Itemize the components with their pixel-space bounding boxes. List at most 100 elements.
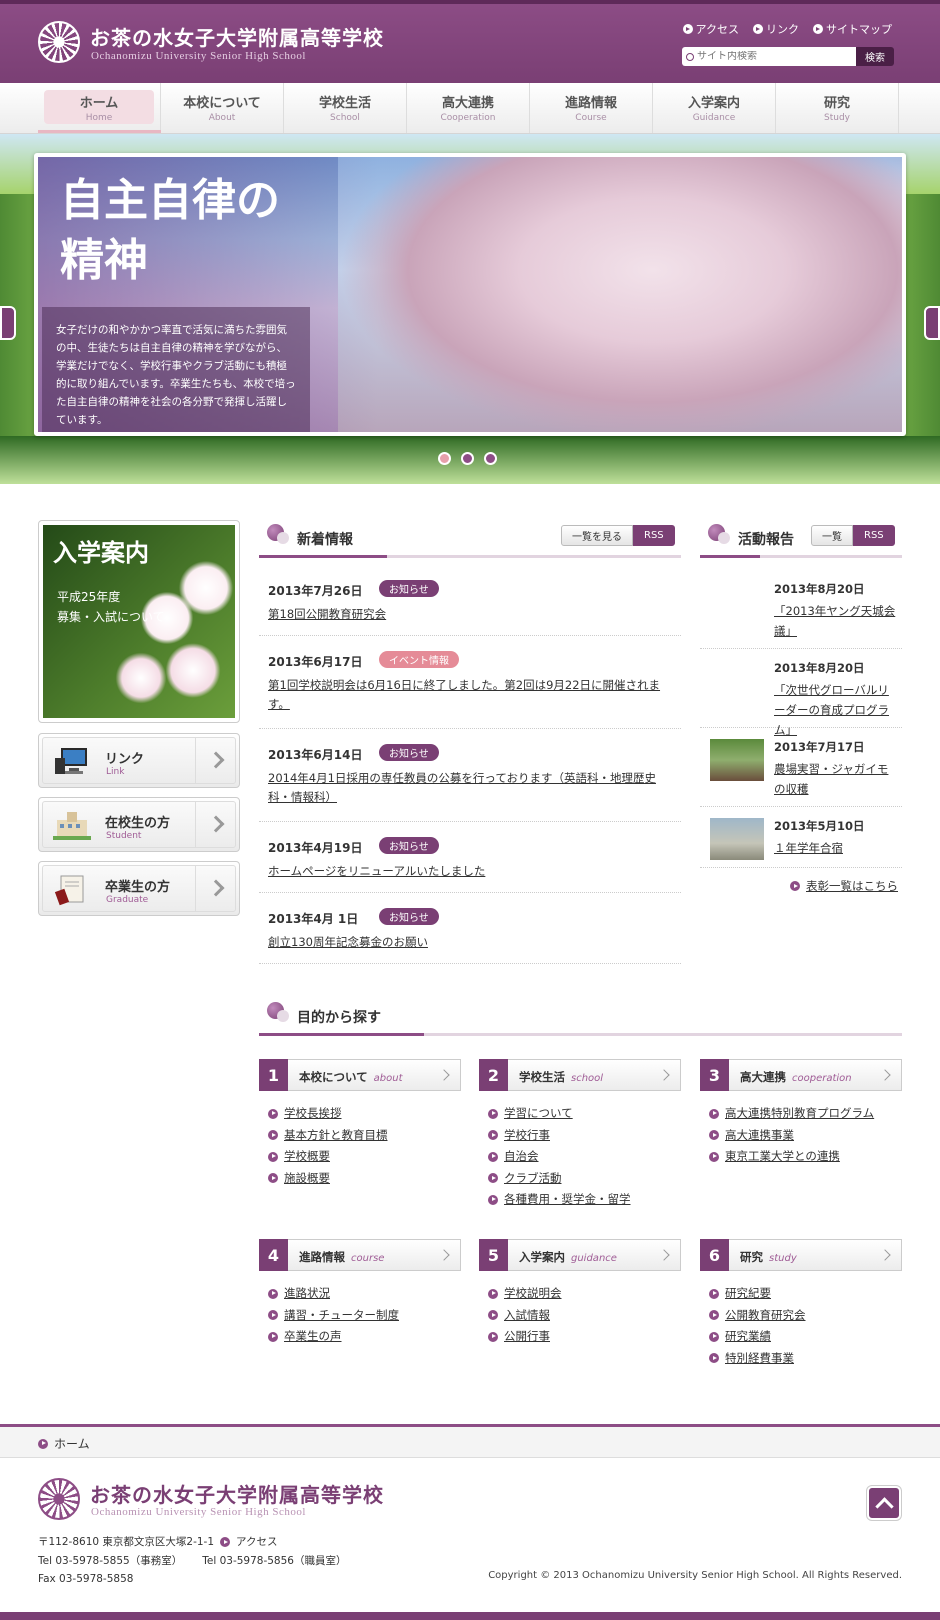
slider-prev-button[interactable] bbox=[0, 306, 16, 340]
bubble-icon bbox=[267, 1002, 289, 1022]
category-label: 学校生活 school bbox=[519, 1070, 604, 1084]
footer-logo-jp[interactable]: お茶の水女子大学附属高等学校 bbox=[90, 1479, 384, 1508]
activity-list-button[interactable]: 一覧 bbox=[811, 525, 853, 546]
category-link[interactable]: 卒業生の声 bbox=[268, 1326, 461, 1348]
slider-next-button[interactable] bbox=[924, 306, 940, 340]
category-link[interactable]: 学校説明会 bbox=[488, 1283, 681, 1305]
sitemap-link[interactable]: サイトマップ bbox=[813, 21, 892, 37]
category-header[interactable]: 2 学校生活 school bbox=[479, 1059, 681, 1091]
link-link[interactable]: リンク bbox=[753, 21, 799, 37]
category-header[interactable]: 4 進路情報 course bbox=[259, 1239, 461, 1271]
header-top-line bbox=[0, 0, 940, 4]
arrow-circle-icon bbox=[709, 1108, 719, 1119]
category-link[interactable]: 進路状況 bbox=[268, 1283, 461, 1305]
farm-photo-thumbnail[interactable] bbox=[710, 739, 764, 781]
category-link[interactable]: 特別経費事業 bbox=[709, 1348, 902, 1370]
news-date: 2013年7月26日 bbox=[268, 584, 363, 598]
category-link[interactable]: 学校概要 bbox=[268, 1146, 461, 1168]
back-to-top-button[interactable] bbox=[867, 1486, 901, 1520]
news-link[interactable]: ホームページをリニューアルいたしました bbox=[268, 862, 668, 881]
graduate-side-button[interactable]: 卒業生の方 Graduate bbox=[38, 861, 240, 916]
access-link[interactable]: アクセス bbox=[682, 21, 739, 37]
school-emblem-icon[interactable] bbox=[38, 21, 80, 63]
category-link[interactable]: 公開行事 bbox=[488, 1326, 681, 1348]
search-button[interactable]: 検索 bbox=[856, 47, 894, 66]
news-date: 2013年4月19日 bbox=[268, 841, 363, 855]
link-side-button[interactable]: リンク Link bbox=[38, 733, 240, 788]
arrow-circle-icon bbox=[488, 1331, 498, 1342]
admission-banner[interactable]: 入学案内 平成25年度 募集・入試について bbox=[38, 520, 240, 723]
category-header[interactable]: 5 入学案内 guidance bbox=[479, 1239, 681, 1271]
news-buttons: 一覧を見る RSS bbox=[561, 525, 675, 546]
category-link[interactable]: 学校行事 bbox=[488, 1125, 681, 1147]
nav-guidance[interactable]: 入学案内 Guidance bbox=[653, 83, 776, 133]
slider-dot-1[interactable] bbox=[438, 452, 451, 465]
student-side-button[interactable]: 在校生の方 Student bbox=[38, 797, 240, 852]
activity-link[interactable]: 「次世代グローバルリーダーの育成プログラム」 bbox=[774, 680, 899, 740]
category-link[interactable]: 高大連携特別教育プログラム bbox=[709, 1103, 902, 1125]
arrow-circle-icon bbox=[220, 1537, 231, 1548]
nav-course[interactable]: 進路情報 Course bbox=[530, 83, 653, 133]
nav-about[interactable]: 本校について About bbox=[161, 83, 284, 133]
chevron-right-icon bbox=[438, 1249, 450, 1261]
category-link[interactable]: 高大連携事業 bbox=[709, 1125, 902, 1147]
hero-slide[interactable]: 自主自律の 精神 女子だけの和やかかつ率直で活気に満ちた雰囲気の中、生徒たちは自… bbox=[34, 153, 906, 436]
awards-more-link[interactable]: 表彰一覧はこちら bbox=[790, 878, 898, 894]
activity-rss-button[interactable]: RSS bbox=[853, 525, 895, 546]
category-link[interactable]: 基本方針と教育目標 bbox=[268, 1125, 461, 1147]
category-link[interactable]: 講習・チューター制度 bbox=[268, 1305, 461, 1327]
category-links: 学校説明会 入試情報 公開行事 bbox=[479, 1283, 681, 1348]
category-header[interactable]: 1 本校について about bbox=[259, 1059, 461, 1091]
category-link[interactable]: 入試情報 bbox=[488, 1305, 681, 1327]
category-label: 高大連携 cooperation bbox=[740, 1070, 852, 1084]
footer-access-link[interactable]: アクセス bbox=[236, 1533, 277, 1552]
news-rss-button[interactable]: RSS bbox=[633, 525, 675, 546]
news-badge: お知らせ bbox=[379, 580, 439, 597]
category-link[interactable]: 学習について bbox=[488, 1103, 681, 1125]
category-header[interactable]: 3 高大連携 cooperation bbox=[700, 1059, 902, 1091]
activity-link[interactable]: 「2013年ヤング天城会議」 bbox=[774, 601, 899, 641]
category-link[interactable]: クラブ活動 bbox=[488, 1168, 681, 1190]
news-badge: お知らせ bbox=[379, 908, 439, 925]
news-link[interactable]: 第1回学校説明会は6月16日に終了しました。第2回は9月22日に開催されます。 bbox=[268, 676, 668, 714]
category-link[interactable]: 学校長挨拶 bbox=[268, 1103, 461, 1125]
global-nav: ホーム Home 本校について About 学校生活 School 高大連携 Coope… bbox=[0, 83, 940, 134]
arrow-circle-icon bbox=[753, 24, 763, 34]
category-link[interactable]: 公開教育研究会 bbox=[709, 1305, 902, 1327]
breadcrumb-home[interactable]: ホーム bbox=[38, 1435, 90, 1452]
activity-item: 2013年7月17日 農場実習・ジャガイモの収穫 bbox=[700, 739, 902, 807]
arrow-circle-icon bbox=[709, 1353, 719, 1364]
footer-emblem-icon[interactable] bbox=[38, 1478, 80, 1520]
category-link[interactable]: 研究紀要 bbox=[709, 1283, 902, 1305]
category-link[interactable]: 施設概要 bbox=[268, 1168, 461, 1190]
activity-link[interactable]: 農場実習・ジャガイモの収穫 bbox=[774, 759, 899, 799]
search-input[interactable] bbox=[697, 51, 847, 62]
category-link[interactable]: 研究業績 bbox=[709, 1326, 902, 1348]
category-header[interactable]: 6 研究 study bbox=[700, 1239, 902, 1271]
search-icon bbox=[686, 52, 694, 61]
category-link[interactable]: 自治会 bbox=[488, 1146, 681, 1168]
slider-dot-2[interactable] bbox=[461, 452, 474, 465]
footer-logo-en[interactable]: Ochanomizu University Senior High School bbox=[91, 1506, 306, 1518]
category-label: 進路情報 course bbox=[299, 1250, 385, 1264]
search-box bbox=[682, 47, 856, 66]
nav-school[interactable]: 学校生活 School bbox=[284, 83, 407, 133]
nav-study[interactable]: 研究 Study bbox=[776, 83, 899, 133]
news-link[interactable]: 創立130周年記念募金のお願い bbox=[268, 933, 668, 952]
site-logo-jp[interactable]: お茶の水女子大学附属高等学校 bbox=[90, 22, 384, 51]
footer-bottom-bar bbox=[0, 1612, 940, 1620]
nav-home[interactable]: ホーム Home bbox=[38, 83, 161, 133]
camp-photo-thumbnail[interactable] bbox=[710, 818, 764, 860]
news-link[interactable]: 第18回公開教育研究会 bbox=[268, 605, 668, 624]
site-logo-en[interactable]: Ochanomizu University Senior High School bbox=[91, 50, 306, 62]
news-list-button[interactable]: 一覧を見る bbox=[561, 525, 633, 546]
nav-cooperation[interactable]: 高大連携 Cooperation bbox=[407, 83, 530, 133]
news-link[interactable]: 2014年4月1日採用の専任教員の公募を行っております（英語科・地理歴史科・情報… bbox=[268, 769, 668, 807]
category-link[interactable]: 各種費用・奨学金・留学 bbox=[488, 1189, 681, 1211]
category-link[interactable]: 東京工業大学との連携 bbox=[709, 1146, 902, 1168]
hero-title: 自主自律の 精神 bbox=[60, 175, 280, 286]
news-header-accent bbox=[259, 555, 387, 558]
activity-link[interactable]: １年学年合宿 bbox=[774, 838, 899, 858]
news-badge: イベント情報 bbox=[379, 651, 459, 668]
slider-dot-3[interactable] bbox=[484, 452, 497, 465]
